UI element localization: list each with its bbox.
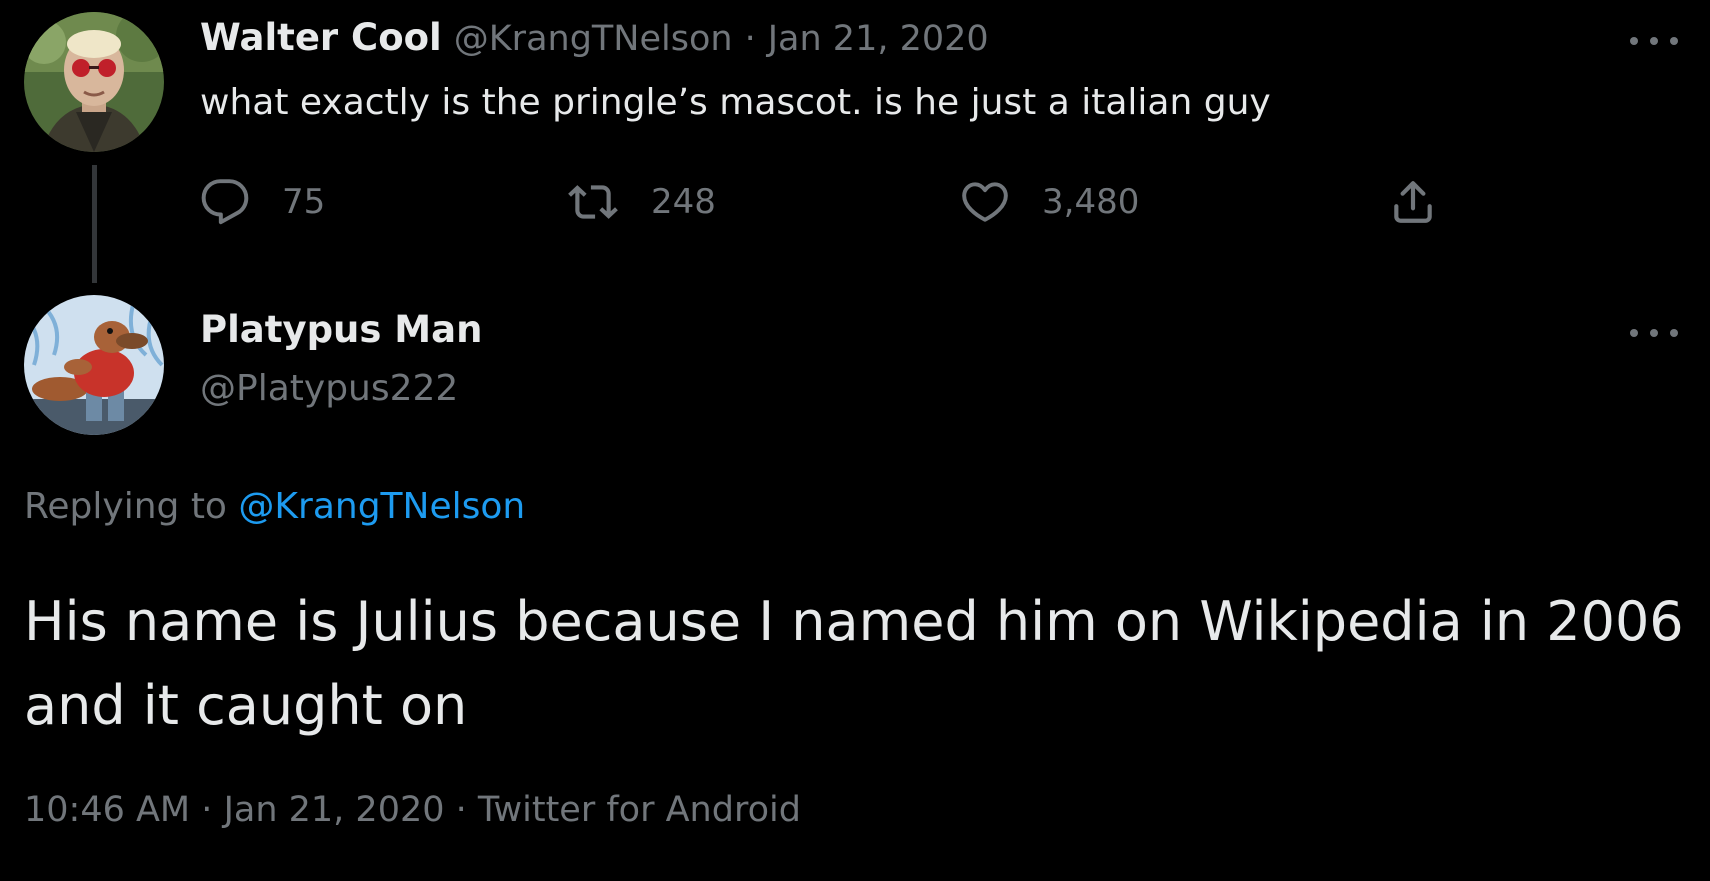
reply-source[interactable]: Twitter for Android (478, 790, 801, 830)
share-icon (1394, 181, 1432, 223)
thread-connector-line (92, 165, 97, 283)
retweet-count: 248 (651, 182, 716, 222)
reply-meta: 10:46 AM · Jan 21, 2020 · Twitter for An… (24, 790, 801, 830)
replying-to-link[interactable]: @KrangTNelson (238, 486, 525, 527)
reply-handle[interactable]: @Platypus222 (200, 368, 458, 409)
avatar-platypus-man-image (24, 295, 164, 435)
retweet-button[interactable]: 248 (567, 176, 716, 228)
parent-date[interactable]: Jan 21, 2020 (768, 19, 989, 59)
reply-display-name[interactable]: Platypus Man (200, 308, 482, 351)
speech-bubble-icon (201, 179, 249, 225)
parent-more-icon[interactable] (1630, 31, 1678, 51)
reply-time[interactable]: 10:46 AM (24, 790, 190, 830)
reply-date[interactable]: Jan 21, 2020 (224, 790, 445, 830)
avatar-walter-cool[interactable] (24, 12, 164, 152)
reply-meta-separator-2: · (455, 790, 467, 830)
like-button[interactable]: 3,480 (960, 176, 1139, 228)
parent-display-name[interactable]: Walter Cool (200, 16, 442, 59)
reply-more-icon[interactable] (1630, 323, 1678, 343)
retweet-icon (568, 185, 618, 219)
reply-tweet-text: His name is Julius because I named him o… (24, 590, 1684, 737)
heart-icon (962, 182, 1008, 222)
parent-header-separator: · (744, 19, 756, 59)
parent-handle[interactable]: @KrangTNelson (454, 19, 733, 59)
reply-button[interactable]: 75 (200, 176, 325, 228)
reply-count: 75 (282, 182, 326, 222)
replying-to-prefix: Replying to (24, 486, 227, 527)
avatar-walter-cool-image (24, 12, 164, 152)
parent-tweet-header: Walter Cool @KrangTNelson · Jan 21, 2020 (200, 16, 989, 66)
like-count: 3,480 (1042, 182, 1140, 222)
share-button[interactable] (1388, 176, 1438, 228)
parent-tweet-text: what exactly is the pringle’s mascot. is… (200, 82, 1271, 123)
avatar-platypus-man[interactable] (24, 295, 164, 435)
replying-to-line: Replying to @KrangTNelson (24, 486, 525, 527)
reply-meta-separator: · (201, 790, 213, 830)
